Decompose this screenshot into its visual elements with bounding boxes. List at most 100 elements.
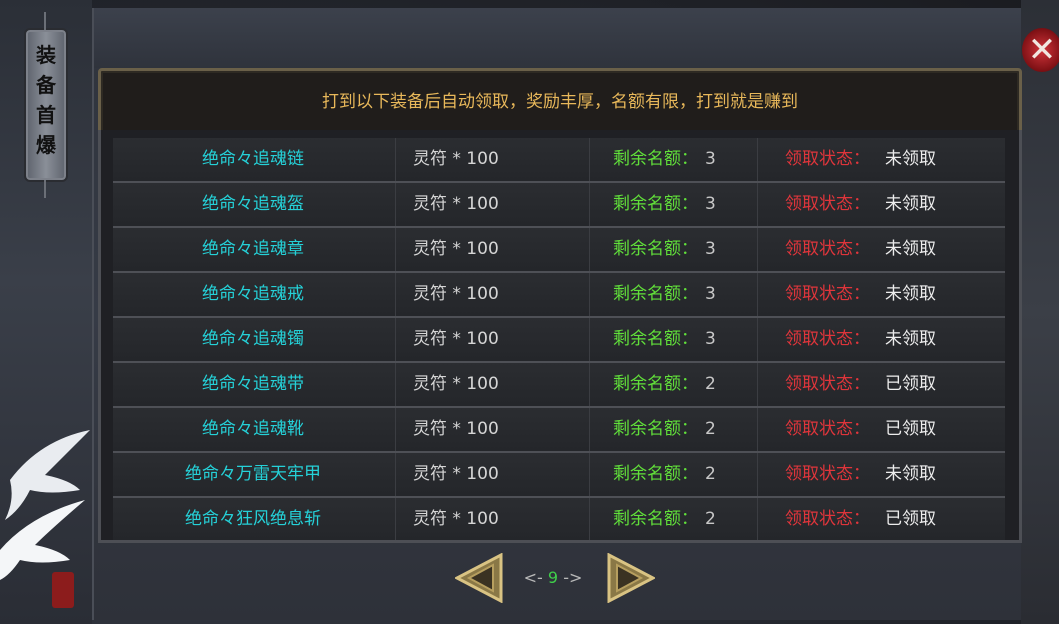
equipment-name: 绝命々追魂靴 [202,419,304,439]
quota-value: 2 [705,509,716,529]
status-value: 未领取 [885,194,936,214]
status-label: 领取状态： [785,419,870,439]
status-label: 领取状态： [785,194,870,214]
right-decor-strip [1021,0,1059,624]
column-divider [757,273,758,316]
equipment-name: 绝命々追魂带 [202,374,304,394]
reward-row: 绝命々追魂盔 灵符 * 100 剩余名额： 3 领取状态： 未领取 [113,183,1005,228]
quota-label: 剩余名额： [613,149,698,169]
quota-label: 剩余名额： [613,374,698,394]
column-divider [757,183,758,226]
column-divider [757,228,758,271]
column-divider [757,138,758,181]
quota-label: 剩余名额： [613,419,698,439]
equipment-name: 绝命々追魂戒 [202,284,304,304]
status-value: 已领取 [885,419,936,439]
pager: <- 9 -> [455,553,665,607]
reward-row: 绝命々万雷天牢甲 灵符 * 100 剩余名额： 2 领取状态： 未领取 [113,453,1005,498]
close-icon: ✕ [1027,30,1057,70]
status-value: 未领取 [885,464,936,484]
column-divider [395,138,396,181]
reward-row: 绝命々追魂镯 灵符 * 100 剩余名额： 3 领取状态： 未领取 [113,318,1005,363]
column-divider [589,453,590,496]
reward-amount: 灵符 * 100 [413,149,499,169]
reward-row: 绝命々狂风绝息斩 灵符 * 100 剩余名额： 2 领取状态： 已领取 [113,498,1005,540]
reward-row: 绝命々追魂靴 灵符 * 100 剩余名额： 2 领取状态： 已领取 [113,408,1005,453]
status-label: 领取状态： [785,284,870,304]
quota-value: 3 [705,329,716,349]
column-divider [589,318,590,361]
quota-value: 2 [705,419,716,439]
column-divider [395,273,396,316]
equipment-name: 绝命々万雷天牢甲 [185,464,321,484]
seal-stamp [52,572,74,608]
crane-decoration [0,430,90,580]
prev-page-button[interactable] [455,553,503,603]
column-divider [757,363,758,406]
page-next-glyph: -> [563,568,583,587]
column-divider [395,228,396,271]
column-divider [589,273,590,316]
column-divider [395,183,396,226]
quota-value: 3 [705,284,716,304]
reward-row: 绝命々追魂带 灵符 * 100 剩余名额： 2 领取状态： 已领取 [113,363,1005,408]
column-divider [589,408,590,451]
next-page-button[interactable] [607,553,655,603]
column-divider [589,183,590,226]
reward-amount: 灵符 * 100 [413,194,499,214]
quota-label: 剩余名额： [613,464,698,484]
quota-value: 3 [705,149,716,169]
tab-equipment-first-drop[interactable]: 装 备 首 爆 [24,12,68,198]
equipment-name: 绝命々追魂盔 [202,194,304,214]
page-number: 9 [547,568,559,587]
tab-char-3: 首 [36,103,56,127]
equipment-name: 绝命々追魂章 [202,239,304,259]
status-label: 领取状态： [785,374,870,394]
column-divider [757,408,758,451]
column-divider [589,138,590,181]
equipment-name: 绝命々追魂链 [202,149,304,169]
page-prev-glyph: <- [523,568,543,587]
column-divider [395,408,396,451]
status-value: 未领取 [885,284,936,304]
page-indicator: <- 9 -> [517,553,589,603]
game-window: 装 备 首 爆 ✕ 打到以下装备后自动领取，奖励丰厚，名额有限，打到就是赚到 绝… [0,0,1059,624]
reward-list: 绝命々追魂链 灵符 * 100 剩余名额： 3 领取状态： 未领取 绝命々追魂盔 灵符 * 1… [98,130,1022,543]
info-banner: 打到以下装备后自动领取，奖励丰厚，名额有限，打到就是赚到 [98,68,1022,136]
column-divider [395,498,396,540]
quota-value: 2 [705,464,716,484]
tab-label: 装 备 首 爆 [26,40,66,160]
quota-value: 3 [705,194,716,214]
reward-amount: 灵符 * 100 [413,509,499,529]
tab-char-1: 装 [36,43,56,67]
column-divider [395,363,396,406]
status-label: 领取状态： [785,464,870,484]
status-label: 领取状态： [785,509,870,529]
status-value: 未领取 [885,329,936,349]
quota-value: 2 [705,374,716,394]
quota-label: 剩余名额： [613,239,698,259]
column-divider [757,318,758,361]
status-value: 未领取 [885,149,936,169]
column-divider [395,453,396,496]
banner-text: 打到以下装备后自动领取，奖励丰厚，名额有限，打到就是赚到 [322,92,798,112]
tab-char-2: 备 [36,73,56,97]
quota-value: 3 [705,239,716,259]
status-value: 未领取 [885,239,936,259]
reward-amount: 灵符 * 100 [413,239,499,259]
column-divider [395,318,396,361]
status-value: 已领取 [885,374,936,394]
column-divider [757,498,758,540]
reward-row: 绝命々追魂链 灵符 * 100 剩余名额： 3 领取状态： 未领取 [113,138,1005,183]
reward-amount: 灵符 * 100 [413,464,499,484]
close-button[interactable]: ✕ [1022,28,1059,72]
reward-row: 绝命々追魂章 灵符 * 100 剩余名额： 3 领取状态： 未领取 [113,228,1005,273]
reward-amount: 灵符 * 100 [413,374,499,394]
equipment-name: 绝命々追魂镯 [202,329,304,349]
quota-label: 剩余名额： [613,509,698,529]
status-label: 领取状态： [785,239,870,259]
tab-char-4: 爆 [36,133,56,157]
status-label: 领取状态： [785,149,870,169]
reward-amount: 灵符 * 100 [413,284,499,304]
column-divider [757,453,758,496]
